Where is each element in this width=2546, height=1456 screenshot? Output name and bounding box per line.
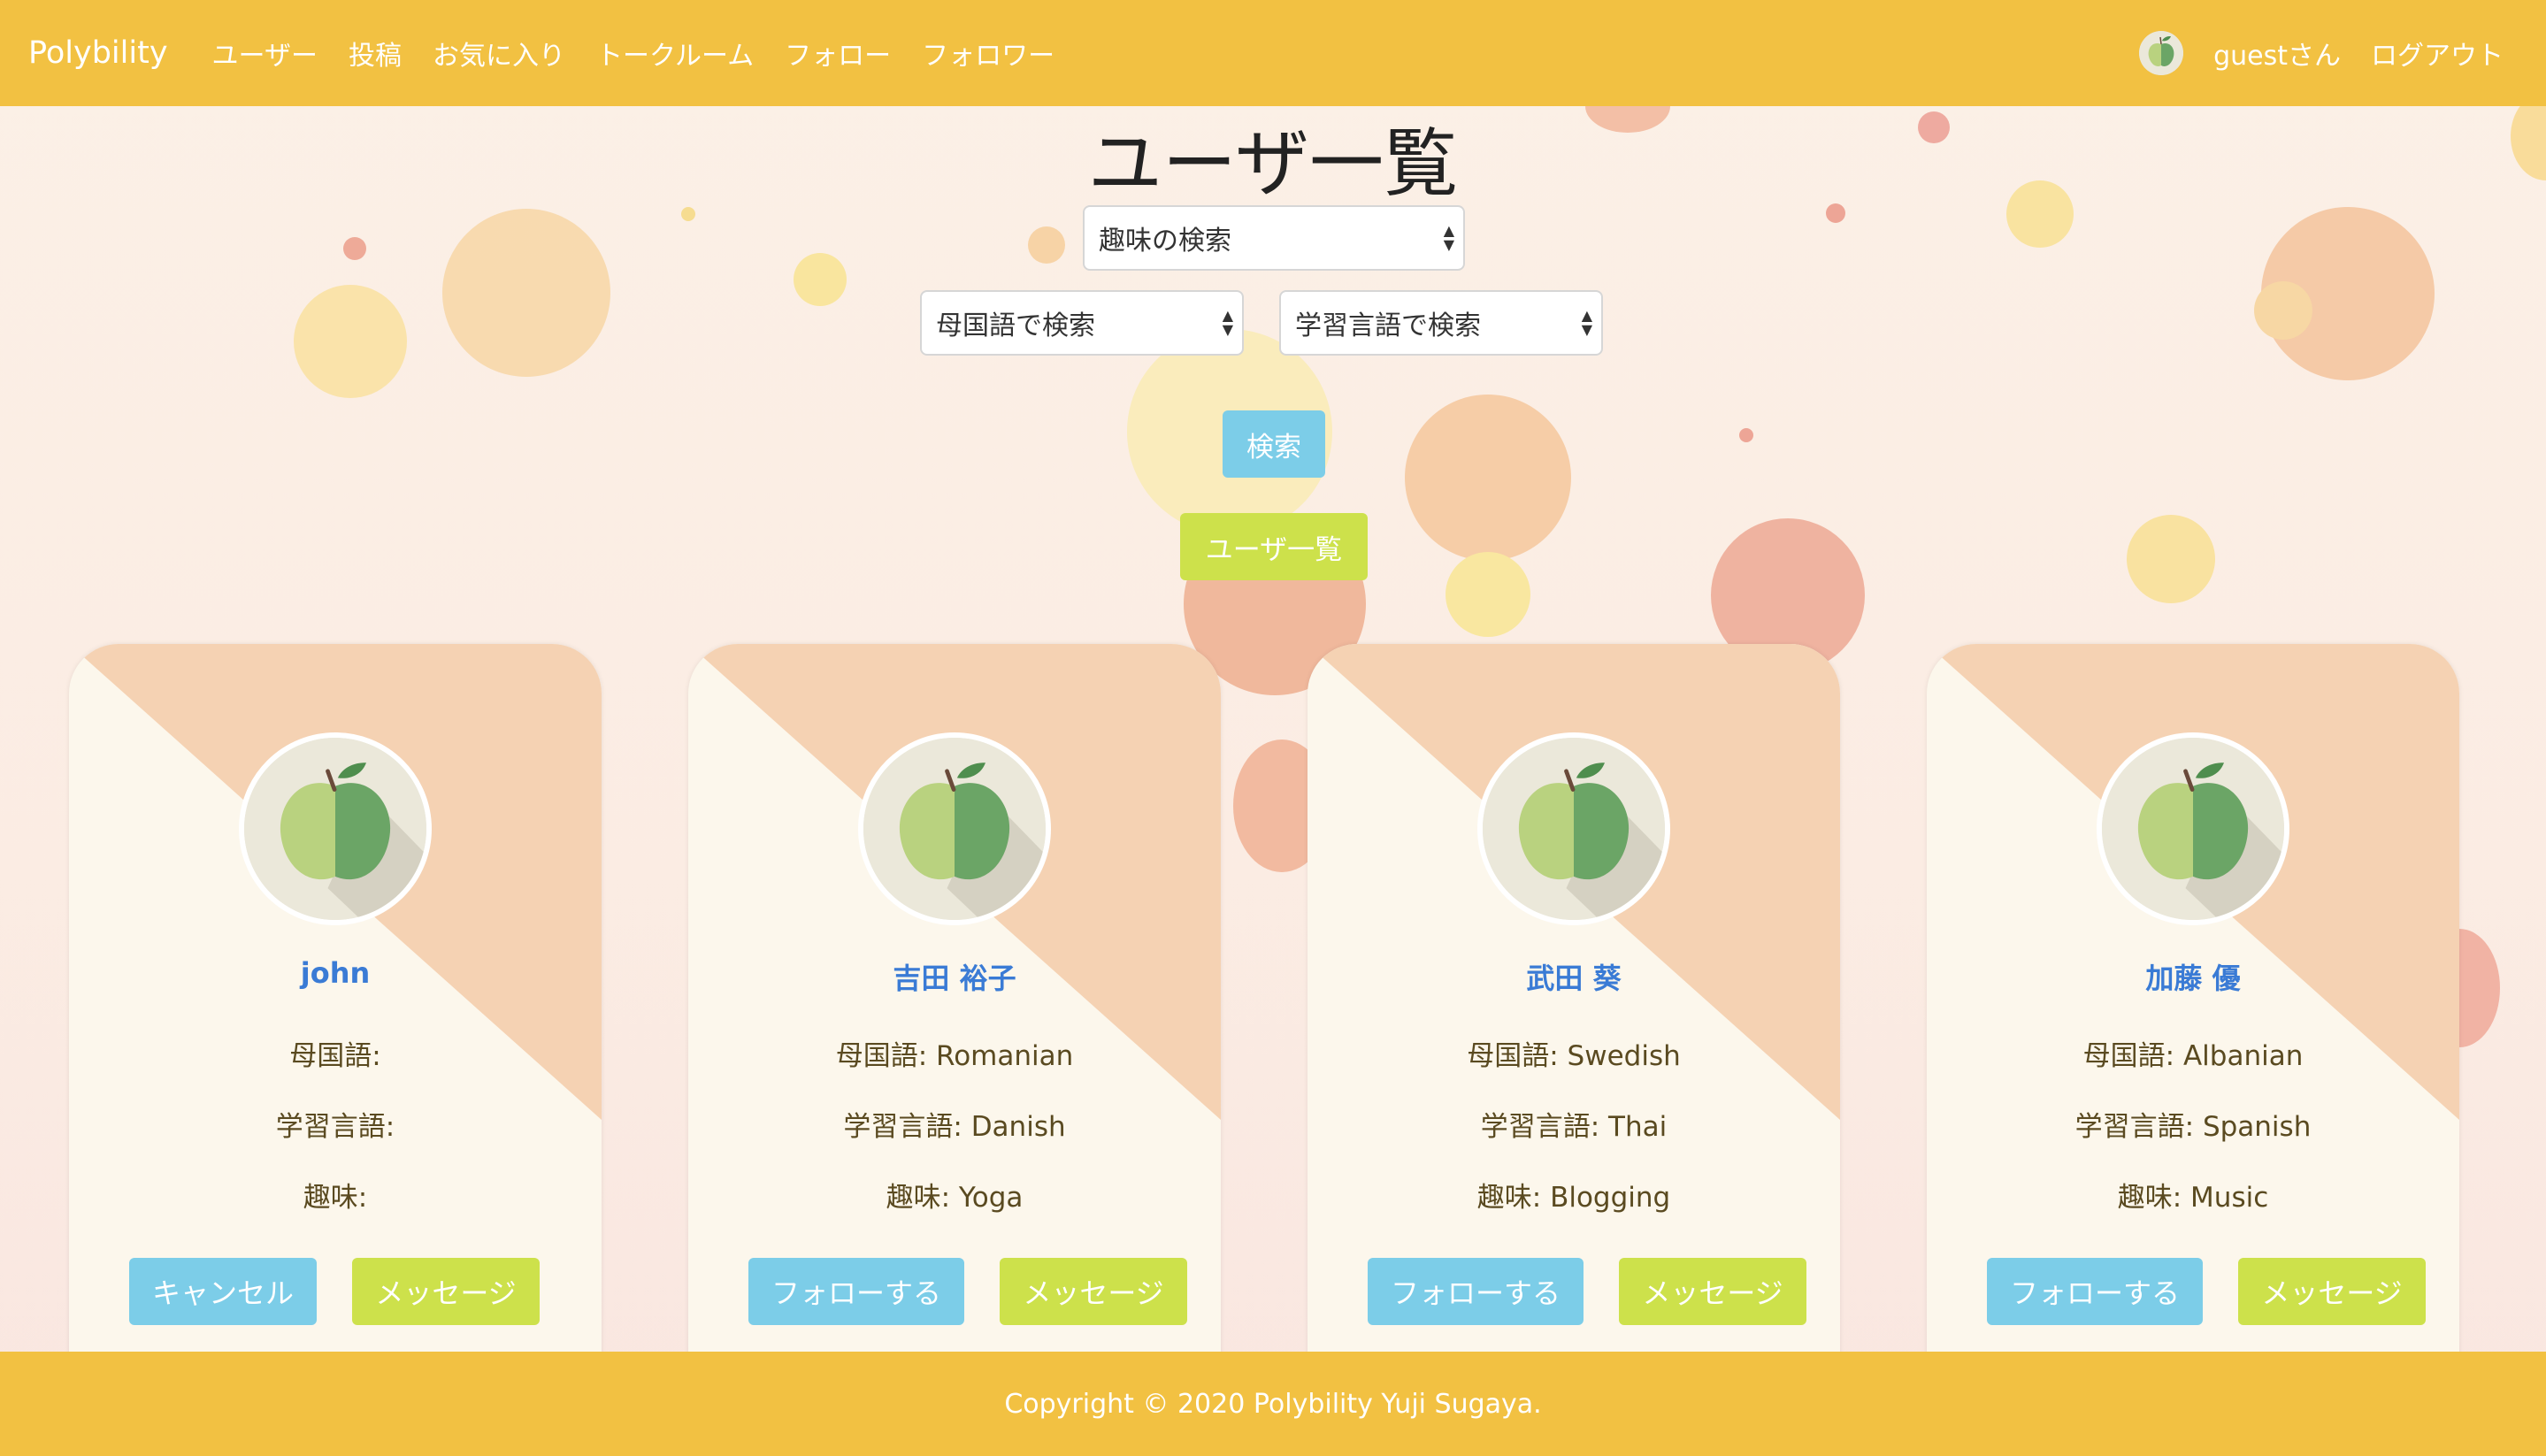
footer: Copyright © 2020 Polybility Yuji Sugaya. xyxy=(0,1352,2546,1456)
native-language-value: Romanian xyxy=(936,1040,1074,1072)
top-navbar: Polybility ユーザー 投稿 お気に入り トークルーム フォロー フォロ… xyxy=(0,0,2546,106)
select-arrows-icon: ▲ ▼ xyxy=(1581,307,1592,338)
native-language-row: 母国語: Albanian xyxy=(1927,1033,2459,1073)
hobby-value: Music xyxy=(2190,1182,2269,1214)
user-name-link[interactable]: 吉田 裕子 xyxy=(688,956,1221,997)
native-language-label: 母国語: xyxy=(2082,1040,2175,1072)
learning-language-value: Spanish xyxy=(2202,1111,2312,1143)
user-avatar-apple-icon[interactable] xyxy=(239,732,432,925)
native-language-row: 母国語: xyxy=(69,1033,602,1073)
logout-link[interactable]: ログアウト xyxy=(2371,34,2504,73)
native-language-value: Albanian xyxy=(2182,1040,2304,1072)
user-card: 吉田 裕子 母国語: Romanian 学習言語: Danish 趣味: Yog… xyxy=(688,644,1221,1456)
nav-link-talkroom[interactable]: トークルーム xyxy=(596,34,754,73)
hobby-value: Yoga xyxy=(958,1182,1024,1214)
hobby-value: Blogging xyxy=(1550,1182,1671,1214)
learning-language-select-value: 学習言語で検索 xyxy=(1295,310,1481,341)
learning-language-value: Danish xyxy=(970,1111,1066,1143)
user-name-link[interactable]: john xyxy=(69,956,602,990)
nav-link-favorites[interactable]: お気に入り xyxy=(433,34,565,73)
nav-link-posts[interactable]: 投稿 xyxy=(349,34,402,73)
native-language-select[interactable]: 母国語で検索 ▲ ▼ xyxy=(920,290,1244,356)
user-avatar-apple-icon[interactable] xyxy=(1477,732,1670,925)
native-language-row: 母国語: Romanian xyxy=(688,1033,1221,1073)
learning-language-value: Thai xyxy=(1608,1111,1668,1143)
user-avatar-apple-icon[interactable] xyxy=(2097,732,2289,925)
user-avatar-apple-icon[interactable] xyxy=(858,732,1051,925)
hobby-label: 趣味: xyxy=(886,1182,951,1214)
nav-avatar-apple-icon[interactable] xyxy=(2139,31,2184,75)
nav-user-area: guestさん ログアウト xyxy=(2139,31,2504,75)
hobby-label: 趣味: xyxy=(2117,1182,2182,1214)
hobby-label: 趣味: xyxy=(1476,1182,1542,1214)
learning-language-label: 学習言語: xyxy=(2074,1111,2195,1143)
hobby-search-select[interactable]: 趣味の検索 ▲ ▼ xyxy=(1083,205,1465,271)
native-language-label: 母国語: xyxy=(835,1040,928,1072)
nav-username[interactable]: guestさん xyxy=(2213,34,2341,73)
hobby-label: 趣味: xyxy=(303,1182,368,1214)
hobby-row: 趣味: Yoga xyxy=(688,1175,1221,1215)
copyright-text: Copyright © 2020 Polybility Yuji Sugaya. xyxy=(1004,1388,1542,1420)
select-arrows-icon: ▲ ▼ xyxy=(1222,307,1233,338)
user-card: john 母国語: 学習言語: 趣味: キャンセル メッセージ xyxy=(69,644,602,1456)
hobby-search-select-value: 趣味の検索 xyxy=(1099,226,1231,257)
user-card: 武田 葵 母国語: Swedish 学習言語: Thai 趣味: Bloggin… xyxy=(1308,644,1840,1456)
native-language-label: 母国語: xyxy=(1467,1040,1559,1072)
nav-link-users[interactable]: ユーザー xyxy=(212,34,318,73)
follow-button[interactable]: フォローする xyxy=(1987,1258,2203,1325)
learning-language-select[interactable]: 学習言語で検索 ▲ ▼ xyxy=(1279,290,1603,356)
page-title: ユーザ一覧 xyxy=(1087,120,1459,207)
select-arrows-icon: ▲ ▼ xyxy=(1443,222,1454,253)
nav-link-followers[interactable]: フォロワー xyxy=(922,34,1054,73)
user-name-link[interactable]: 加藤 優 xyxy=(1927,956,2459,997)
search-button[interactable]: 検索 xyxy=(1223,410,1325,478)
learning-language-label: 学習言語: xyxy=(843,1111,962,1143)
native-language-select-value: 母国語で検索 xyxy=(936,310,1095,341)
native-language-row: 母国語: Swedish xyxy=(1308,1033,1840,1073)
hobby-row: 趣味: Music xyxy=(1927,1175,2459,1215)
message-button[interactable]: メッセージ xyxy=(1619,1258,1806,1325)
follow-button[interactable]: フォローする xyxy=(748,1258,964,1325)
message-button[interactable]: メッセージ xyxy=(2238,1258,2426,1325)
user-name-link[interactable]: 武田 葵 xyxy=(1308,956,1840,997)
hobby-row: 趣味: Blogging xyxy=(1308,1175,1840,1215)
native-language-label: 母国語: xyxy=(289,1040,381,1072)
brand-logo[interactable]: Polybility xyxy=(28,35,168,71)
message-button[interactable]: メッセージ xyxy=(1000,1258,1187,1325)
learning-language-row: 学習言語: Thai xyxy=(1308,1104,1840,1144)
user-list-button[interactable]: ユーザ一覧 xyxy=(1180,513,1368,580)
learning-language-label: 学習言語: xyxy=(1480,1111,1600,1143)
learning-language-row: 学習言語: Spanish xyxy=(1927,1104,2459,1144)
user-card: 加藤 優 母国語: Albanian 学習言語: Spanish 趣味: Mus… xyxy=(1927,644,2459,1456)
follow-button[interactable]: フォローする xyxy=(1368,1258,1584,1325)
learning-language-label: 学習言語: xyxy=(275,1111,395,1143)
message-button[interactable]: メッセージ xyxy=(352,1258,540,1325)
native-language-value: Swedish xyxy=(1567,1040,1681,1072)
learning-language-row: 学習言語: Danish xyxy=(688,1104,1221,1144)
learning-language-row: 学習言語: xyxy=(69,1104,602,1144)
nav-link-following[interactable]: フォロー xyxy=(785,34,891,73)
hobby-row: 趣味: xyxy=(69,1175,602,1215)
cancel-follow-button[interactable]: キャンセル xyxy=(129,1258,317,1325)
